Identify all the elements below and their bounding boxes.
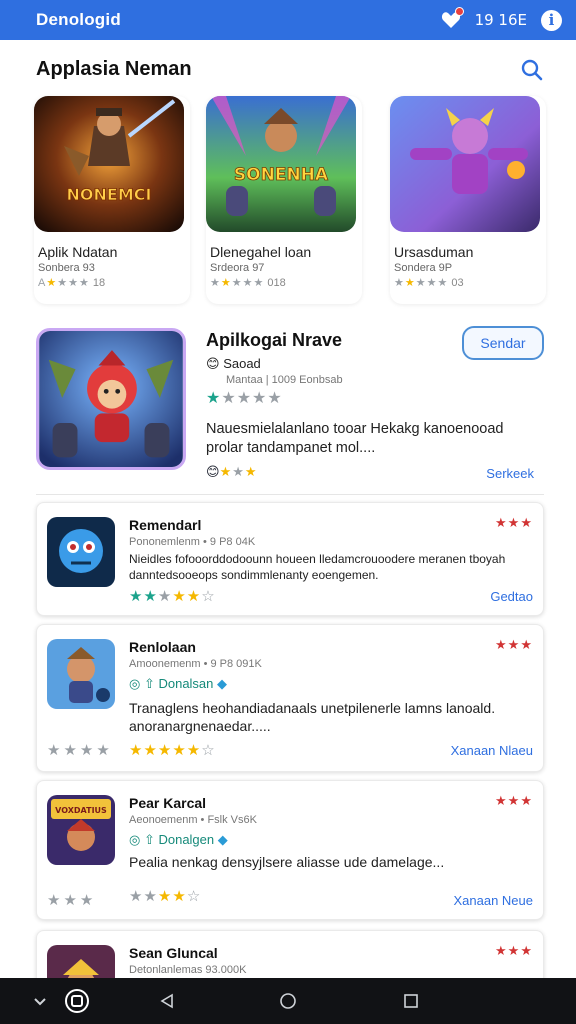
app-icon: VOXDATIUS: [47, 795, 115, 865]
rating-stars: ★★★★★: [210, 277, 265, 289]
app-meta: Mantaa | 1009 Eonbsab: [226, 374, 343, 386]
app-rating: ★★★★★ 018: [210, 277, 286, 289]
svg-text:VOXDATIUS: VOXDATIUS: [55, 806, 107, 815]
developer-badge: ◎ ⇧ Donalgen ◆: [129, 832, 228, 847]
rating-stars: ★★★: [495, 943, 533, 958]
featured-app-card[interactable]: SONENHA Dlenegahel loan Srdeora 97 ★★★★★…: [206, 96, 362, 304]
clock: 19 16E: [474, 11, 527, 29]
app-description: Pealia nenkag densyjlsere aliasse ude da…: [129, 854, 445, 870]
game-artwork: SONENHA: [206, 96, 356, 232]
app-name: Aplik Ndatan: [38, 244, 118, 260]
notification-dot: [454, 7, 464, 16]
home-icon[interactable]: [275, 978, 301, 1024]
app-icon: [47, 639, 115, 709]
app-rating: ★★★★★ 03: [394, 277, 464, 289]
rating-stars: ★★★: [495, 793, 533, 808]
send-button[interactable]: Sendar: [462, 326, 544, 360]
rating-stars: ★★★★☆: [129, 888, 202, 905]
featured-app-card[interactable]: NONEMCI Aplik Ndatan Sonbera 93 A★★★★ 18: [34, 96, 190, 304]
rating-stars: ★★★: [495, 637, 533, 652]
game-artwork: NONEMCI: [34, 96, 184, 232]
app-subtitle: Sonbera 93: [38, 262, 95, 274]
heart-icon[interactable]: [441, 7, 464, 29]
chevron-down-icon[interactable]: [28, 978, 52, 1024]
app-list-card[interactable]: VOXDATIUS Pear Karcal ★★★ Aeonoemenm • F…: [36, 780, 544, 920]
app-meta: Pononemlenm • 9 P8 04K: [129, 536, 256, 548]
app-title: Apilkogai Nrave: [206, 330, 343, 350]
app-name: Ursasduman: [394, 244, 474, 260]
page-title: Applasia Neman: [36, 58, 192, 80]
rating-stars: A★★★★: [38, 277, 90, 289]
svg-text:SONENHA: SONENHA: [234, 165, 329, 185]
rating-stars: ★★★: [47, 892, 97, 909]
app-meta: Amoonemenm • 9 P8 091K: [129, 658, 262, 670]
status-bar: Denologid 19 16E i: [0, 0, 576, 40]
app-title: Renlolaan: [129, 639, 196, 655]
back-icon[interactable]: [154, 978, 180, 1024]
rating-stars: ★★★★★☆: [129, 742, 216, 759]
emoji-icon: 😊: [206, 356, 220, 371]
app-description: Nauesmielalanlano tooar Hekakg kanoenooa…: [206, 421, 504, 456]
app-description: Tranaglens heohandiadanaals unetpilenerl…: [129, 700, 496, 734]
app-subtitle: Srdeora 97: [210, 262, 265, 274]
developer-badge: ◎ ⇧ Donalsan ◆: [129, 676, 228, 691]
info-icon[interactable]: i: [541, 9, 562, 31]
app-icon: [47, 517, 115, 587]
recents-icon[interactable]: [398, 978, 424, 1024]
app-name: Dlenegahel loan: [210, 244, 312, 260]
app-title: Remendarl: [129, 517, 202, 533]
app-rating: A★★★★ 18: [38, 277, 106, 289]
divider: [36, 494, 544, 495]
rating-stars: ★★★★: [47, 742, 113, 759]
svg-text:NONEMCI: NONEMCI: [67, 185, 152, 204]
app-description: Nieidles fofooorddodoounn houeen lledamc…: [129, 552, 506, 582]
rating-stars: ★★★★★: [206, 390, 283, 407]
rating-stars: ★★★★★☆: [129, 588, 216, 605]
app-list-card[interactable]: Remendarl ★★★ Pononemlenm • 9 P8 04K Nie…: [36, 502, 544, 616]
game-artwork: [390, 96, 540, 232]
app-meta: Detonlanlemas 93.000K: [129, 964, 247, 976]
emoji-icon: 😊: [206, 464, 220, 479]
app-subtitle: Sondera 9P: [394, 262, 453, 274]
search-icon[interactable]: [520, 58, 544, 82]
featured-app-card[interactable]: Ursasduman Sondera 9P ★★★★★ 03: [390, 96, 546, 304]
app-title: Pear Karcal: [129, 795, 207, 811]
rating-stars: ★★★★★: [394, 277, 449, 289]
keyboard-switch-icon[interactable]: [62, 978, 92, 1024]
see-link[interactable]: Xanaan Nlaeu: [451, 743, 533, 758]
app-list-card[interactable]: Renlolaan ★★★ Amoonemenm • 9 P8 091K ◎ ⇧…: [36, 624, 544, 772]
see-link[interactable]: Gedtao: [490, 589, 533, 604]
navigation-bar: [0, 978, 576, 1024]
see-link[interactable]: Serkeek: [486, 466, 534, 481]
app-tag: 😊 Saoad: [206, 356, 261, 371]
app-title: Sean Gluncal: [129, 945, 218, 961]
app-icon: [36, 328, 186, 470]
rating-stars: ★★★: [495, 515, 533, 530]
see-link[interactable]: Xanaan Neue: [453, 893, 533, 908]
mini-rating: 😊★★★: [206, 464, 258, 479]
app-name: Denologid: [36, 10, 121, 29]
app-meta: Aeonoemenm • Fslk Vs6K: [129, 814, 257, 826]
featured-app-detail[interactable]: Apilkogai Nrave Sendar 😊 Saoad Mantaa | …: [36, 326, 544, 490]
